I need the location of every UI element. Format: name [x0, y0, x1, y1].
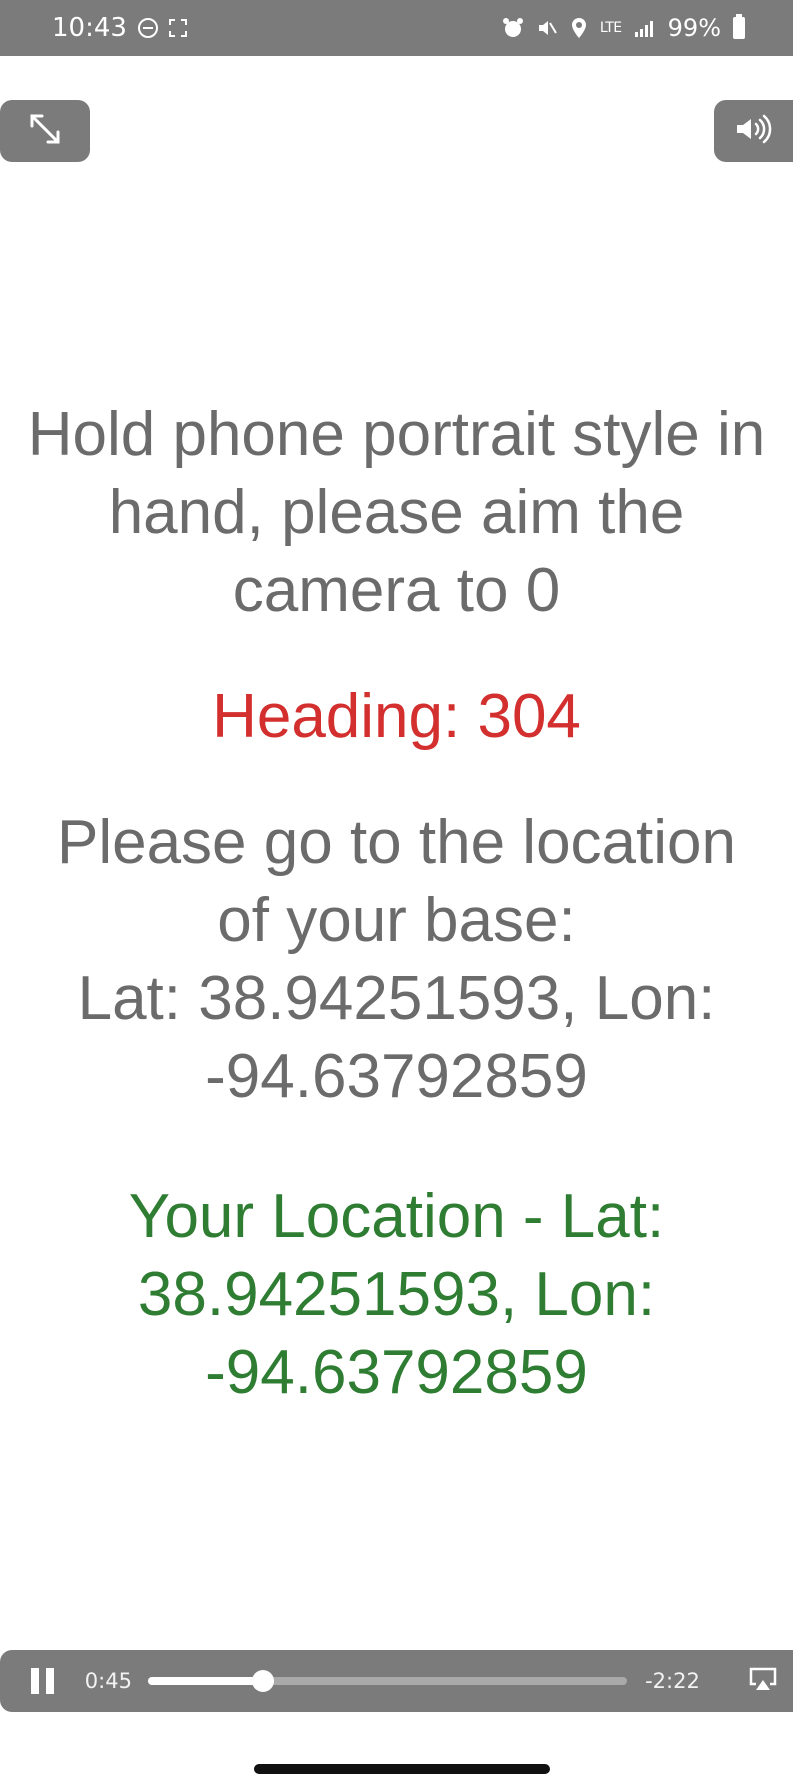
status-bar: 10:43 LTE 99%	[0, 0, 793, 56]
speaker-icon	[734, 114, 774, 149]
airplay-button[interactable]	[734, 1666, 793, 1697]
screenshot-icon	[168, 19, 187, 37]
seek-bar-progress	[147, 1677, 263, 1685]
do-not-disturb-icon	[137, 17, 159, 39]
remaining-time: -2:22	[645, 1669, 700, 1693]
home-indicator[interactable]	[254, 1764, 550, 1774]
aim-instruction: Hold phone portrait style in hand, pleas…	[27, 400, 766, 625]
heading-readout: Heading: 304	[212, 682, 581, 751]
airplay-icon	[748, 1666, 778, 1697]
seek-thumb[interactable]	[251, 1670, 274, 1692]
battery-icon	[733, 14, 745, 39]
main-content: Hold phone portrait style in hand, pleas…	[0, 396, 793, 1412]
status-time: 10:43	[52, 13, 127, 43]
status-right: LTE 99%	[502, 14, 745, 42]
expand-icon	[28, 112, 62, 151]
seek-bar[interactable]	[147, 1670, 628, 1692]
base-location-prompt: Please go to the location of your base:	[56, 808, 737, 955]
battery-percent: 99%	[667, 14, 721, 42]
status-left: 10:43	[52, 13, 187, 43]
fullscreen-button[interactable]	[0, 100, 90, 162]
vibrate-mute-icon	[536, 17, 558, 39]
volume-button[interactable]	[714, 100, 793, 162]
your-location-readout: Your Location - Lat: 38.94251593, Lon: -…	[128, 1182, 665, 1407]
signal-icon	[634, 19, 656, 37]
video-control-bar: 0:45 -2:22	[0, 1650, 793, 1712]
alarm-icon	[502, 17, 524, 39]
location-icon	[570, 17, 588, 39]
base-location-message: Please go to the location of your base: …	[0, 804, 793, 1116]
pause-button[interactable]	[0, 1650, 85, 1712]
base-location-coords: Lat: 38.94251593, Lon: -94.63792859	[77, 964, 716, 1111]
pause-icon-bar-right	[45, 1668, 54, 1694]
pause-icon-bar-left	[30, 1668, 39, 1694]
lte-icon: LTE	[599, 20, 622, 36]
elapsed-time: 0:45	[84, 1669, 132, 1693]
